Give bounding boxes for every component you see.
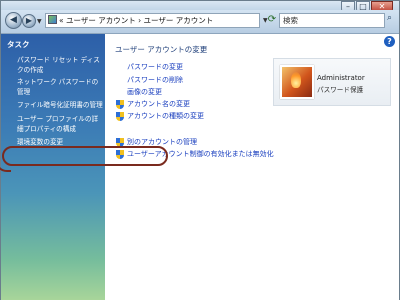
main-content: ? ユーザー アカウントの変更 パスワードの変更 パスワードの削除 画像の変更 … [105,34,399,300]
sidebar-item-network-passwords[interactable]: ネットワーク パスワードの管理 [17,77,103,97]
sidebar-item-encryption-certificates[interactable]: ファイル暗号化証明書の管理 [17,100,103,110]
address-bar: ◀ ▶ ▼ « ユーザー アカウント › ユーザー アカウント ▼ ⟳ 検索 ⌕ [1,10,399,34]
help-icon[interactable]: ? [384,36,395,47]
address-path: « ユーザー アカウント › ユーザー アカウント [59,16,214,25]
sidebar-item-password-reset-disk[interactable]: パスワード リセット ディスクの作成 [17,55,103,75]
user-status: パスワード保護 [317,86,364,94]
control-panel-window: – □ ✕ ◀ ▶ ▼ « ユーザー アカウント › ユーザー アカウント ▼ … [0,0,400,300]
change-picture-link[interactable]: 画像の変更 [127,87,162,97]
search-icon[interactable]: ⌕ [387,13,392,23]
back-arrow-icon: ◀ [10,15,17,25]
highlight-ring-tail [0,156,11,172]
change-password-link[interactable]: パスワードの変更 [127,62,183,72]
search-input[interactable]: 検索 [279,13,385,28]
forward-arrow-icon: ▶ [25,16,33,25]
remove-password-link[interactable]: パスワードの削除 [127,75,183,85]
task-pane: タスク パスワード リセット ディスクの作成 ネットワーク パスワードの管理 フ… [1,34,105,300]
uac-shield-icon [116,112,124,121]
user-account-tile: Administrator パスワード保護 [273,58,391,106]
address-field[interactable]: « ユーザー アカウント › ユーザー アカウント [45,13,260,28]
uac-shield-icon [116,100,124,109]
sidebar-item-profile-properties[interactable]: ユーザー プロファイルの詳細プロパティの構成 [17,114,103,134]
user-name: Administrator [317,74,365,82]
flame-icon [291,72,301,88]
highlight-ring [2,146,168,166]
change-account-type-link[interactable]: アカウントの種類の変更 [127,111,204,121]
back-button[interactable]: ◀ [5,12,22,29]
task-heading: タスク [7,40,30,49]
change-account-name-link[interactable]: アカウント名の変更 [127,99,190,109]
title-bar: – □ ✕ [1,1,399,12]
refresh-icon[interactable]: ⟳ [265,13,279,28]
forward-button[interactable]: ▶ [22,14,36,28]
avatar [280,65,314,99]
control-panel-icon [48,15,57,24]
page-title: ユーザー アカウントの変更 [115,45,208,54]
history-dropdown-icon[interactable]: ▼ [37,18,42,25]
